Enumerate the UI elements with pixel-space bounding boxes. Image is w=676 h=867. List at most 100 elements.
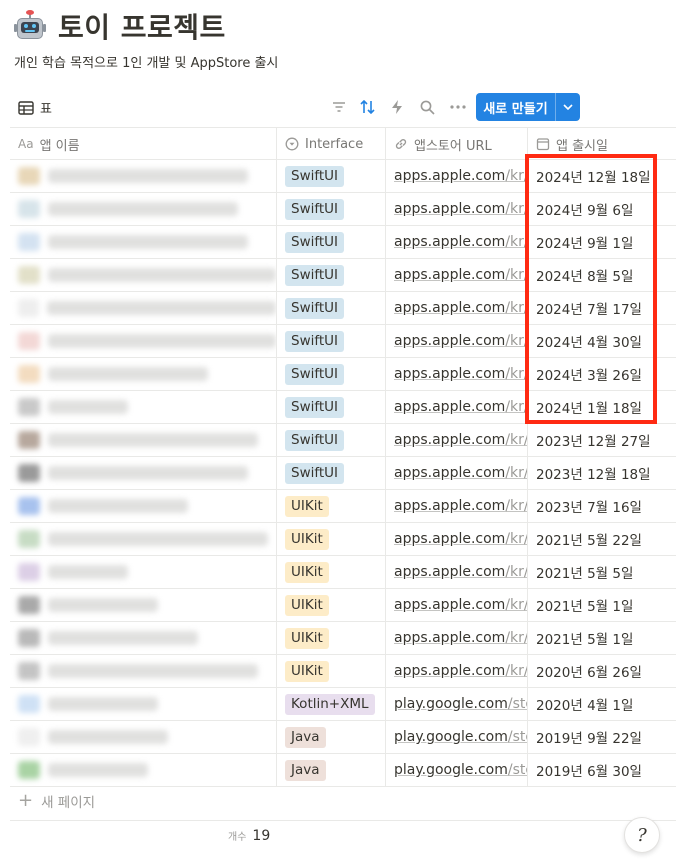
release-date-cell[interactable]: 2019년 6월 30일 [528,754,676,786]
chevron-down-icon[interactable] [556,104,580,110]
column-header-name[interactable]: Aa 앱 이름 [10,128,277,160]
app-name-cell[interactable] [10,688,277,720]
release-date-cell[interactable]: 2021년 5월 22일 [528,523,676,555]
store-url-link[interactable]: apps.apple.com/kr/... [394,168,527,184]
table-row[interactable]: SwiftUI apps.apple.com/kr/... 2024년 9월 1일 [10,226,676,259]
release-date-cell[interactable]: 2021년 5월 1일 [528,589,676,621]
app-name-cell[interactable] [10,622,277,654]
release-date-cell[interactable]: 2019년 9월 22일 [528,721,676,753]
app-name-cell[interactable] [10,325,277,357]
release-date-cell[interactable]: 2021년 5월 1일 [528,622,676,654]
table-row[interactable]: Java play.google.com/sto... 2019년 9월 22일 [10,721,676,754]
store-url-cell[interactable]: apps.apple.com/kr/... [386,358,528,390]
store-url-link[interactable]: apps.apple.com/kr/... [394,498,527,514]
store-url-link[interactable]: apps.apple.com/kr/... [394,663,527,679]
app-name-cell[interactable] [10,391,277,423]
automation-icon[interactable] [388,98,406,116]
interface-cell[interactable]: SwiftUI [277,226,386,258]
release-date-cell[interactable]: 2021년 5월 5일 [528,556,676,588]
more-icon[interactable] [449,98,467,116]
page-subtitle[interactable]: 개인 학습 목적으로 1인 개발 및 AppStore 출시 [14,52,278,71]
interface-cell[interactable]: SwiftUI [277,193,386,225]
store-url-cell[interactable]: play.google.com/sto... [386,754,528,786]
release-date-cell[interactable]: 2024년 8월 5일 [528,259,676,291]
store-url-cell[interactable]: apps.apple.com/kr/... [386,160,528,192]
store-url-link[interactable]: apps.apple.com/kr/... [394,597,527,613]
release-date-cell[interactable]: 2024년 3월 26일 [528,358,676,390]
column-header-release-date[interactable]: 앱 출시일 [528,128,676,160]
app-name-cell[interactable] [10,457,277,489]
table-row[interactable]: SwiftUI apps.apple.com/kr/... 2024년 9월 6일 [10,193,676,226]
interface-cell[interactable]: Java [277,721,386,753]
table-row[interactable]: SwiftUI apps.apple.com/kr/... 2023년 12월 18… [10,457,676,490]
release-date-cell[interactable]: 2024년 7월 17일 [528,292,676,324]
sort-icon[interactable] [359,98,377,116]
table-row[interactable]: UIKit apps.apple.com/kr/... 2020년 6월 26일 [10,655,676,688]
store-url-link[interactable]: apps.apple.com/kr/... [394,234,527,250]
store-url-cell[interactable]: apps.apple.com/kr/... [386,292,528,324]
filter-icon[interactable] [330,98,348,116]
store-url-link[interactable]: apps.apple.com/kr/... [394,564,527,580]
app-name-cell[interactable] [10,721,277,753]
interface-cell[interactable]: SwiftUI [277,457,386,489]
store-url-link[interactable]: play.google.com/sto... [394,762,527,778]
store-url-cell[interactable]: apps.apple.com/kr/... [386,259,528,291]
table-row[interactable]: SwiftUI apps.apple.com/kr/... 2023년 12월 27… [10,424,676,457]
interface-cell[interactable]: SwiftUI [277,160,386,192]
interface-cell[interactable]: SwiftUI [277,292,386,324]
interface-cell[interactable]: SwiftUI [277,424,386,456]
release-date-cell[interactable]: 2024년 9월 1일 [528,226,676,258]
store-url-link[interactable]: apps.apple.com/kr/... [394,432,527,448]
new-page-button[interactable]: + 새 페이지 [18,790,95,811]
interface-cell[interactable]: UIKit [277,556,386,588]
release-date-cell[interactable]: 2024년 12월 18일 [528,160,676,192]
store-url-link[interactable]: apps.apple.com/kr/... [394,399,527,415]
app-name-cell[interactable] [10,754,277,786]
view-tab-table[interactable]: 표 [18,98,52,117]
store-url-cell[interactable]: apps.apple.com/kr/... [386,193,528,225]
interface-cell[interactable]: UIKit [277,622,386,654]
app-name-cell[interactable] [10,226,277,258]
app-name-cell[interactable] [10,292,277,324]
store-url-link[interactable]: apps.apple.com/kr/... [394,201,527,217]
release-date-cell[interactable]: 2023년 7월 16일 [528,490,676,522]
store-url-cell[interactable]: play.google.com/sto... [386,721,528,753]
app-name-cell[interactable] [10,490,277,522]
store-url-cell[interactable]: apps.apple.com/kr/... [386,523,528,555]
store-url-cell[interactable]: apps.apple.com/kr/... [386,391,528,423]
table-row[interactable]: UIKit apps.apple.com/kr/... 2021년 5월 1일 [10,622,676,655]
store-url-cell[interactable]: apps.apple.com/kr/... [386,622,528,654]
store-url-cell[interactable]: apps.apple.com/kr/... [386,490,528,522]
app-name-cell[interactable] [10,655,277,687]
interface-cell[interactable]: UIKit [277,655,386,687]
release-date-cell[interactable]: 2023년 12월 27일 [528,424,676,456]
app-name-cell[interactable] [10,556,277,588]
store-url-link[interactable]: apps.apple.com/kr/... [394,333,527,349]
table-row[interactable]: UIKit apps.apple.com/kr/... 2021년 5월 1일 [10,589,676,622]
store-url-link[interactable]: play.google.com/sto... [394,729,527,745]
interface-cell[interactable]: SwiftUI [277,259,386,291]
interface-cell[interactable]: Kotlin+XML [277,688,386,720]
help-button[interactable]: ? [624,817,660,853]
store-url-cell[interactable]: apps.apple.com/kr/... [386,226,528,258]
app-name-cell[interactable] [10,358,277,390]
interface-cell[interactable]: SwiftUI [277,358,386,390]
table-row[interactable]: SwiftUI apps.apple.com/kr/... 2024년 3월 26일 [10,358,676,391]
app-name-cell[interactable] [10,160,277,192]
store-url-cell[interactable]: apps.apple.com/kr/... [386,556,528,588]
store-url-link[interactable]: apps.apple.com/kr/... [394,366,527,382]
table-row[interactable]: UIKit apps.apple.com/kr/... 2021년 5월 5일 [10,556,676,589]
interface-cell[interactable]: UIKit [277,490,386,522]
store-url-link[interactable]: apps.apple.com/kr/... [394,267,527,283]
new-button[interactable]: 새로 만들기 [476,93,580,121]
search-icon[interactable] [418,98,436,116]
store-url-link[interactable]: apps.apple.com/kr/... [394,300,527,316]
store-url-link[interactable]: apps.apple.com/kr/... [394,465,527,481]
store-url-cell[interactable]: apps.apple.com/kr/... [386,655,528,687]
table-row[interactable]: SwiftUI apps.apple.com/kr/... 2024년 7월 17일 [10,292,676,325]
app-name-cell[interactable] [10,589,277,621]
release-date-cell[interactable]: 2020년 6월 26일 [528,655,676,687]
release-date-cell[interactable]: 2024년 1월 18일 [528,391,676,423]
page-title[interactable]: 토이 프로젝트 [58,6,226,46]
table-row[interactable]: Java play.google.com/sto... 2019년 6월 30일 [10,754,676,787]
